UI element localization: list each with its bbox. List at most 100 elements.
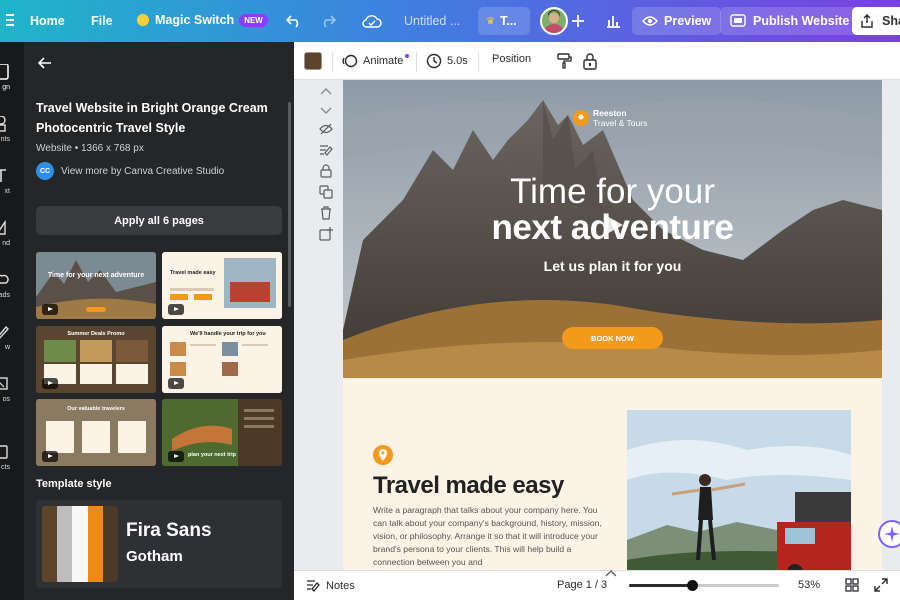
zoom-level[interactable]: 53% [798, 579, 820, 591]
fullscreen-icon[interactable] [874, 578, 888, 597]
hide-page-icon[interactable] [319, 122, 333, 140]
add-page-icon[interactable] [319, 227, 333, 246]
position-button[interactable]: Position [492, 53, 531, 65]
color-palette [42, 506, 118, 582]
undo-icon[interactable] [282, 9, 306, 33]
rail-item-photos[interactable]: os [0, 366, 24, 414]
paint-format-icon[interactable] [556, 53, 572, 74]
page-thumbnail-5[interactable]: Our valuable travelers [36, 399, 156, 466]
share-button[interactable]: Sha [852, 7, 900, 35]
hero-subheadline[interactable]: Let us plan it for you [343, 258, 882, 274]
lock-icon[interactable] [582, 52, 598, 75]
zoom-slider-fill [629, 584, 692, 587]
divider [478, 52, 479, 72]
chevron-up-icon[interactable] [320, 82, 332, 100]
cloud-save-icon[interactable] [360, 9, 384, 33]
template-meta: Website • 1366 x 768 px [36, 143, 144, 154]
publish-label: Publish Website [753, 14, 850, 28]
rail-label: w [4, 344, 10, 351]
rail-item-elements[interactable]: nts [0, 106, 24, 154]
document-title[interactable]: Untitled ... [404, 14, 460, 28]
share-label: Sha [882, 14, 900, 28]
rail-label: ads [0, 292, 10, 299]
hero-section[interactable]: Reeston Travel & Tours Time for your nex… [343, 80, 882, 378]
brand-kit-label: T... [499, 14, 517, 28]
rail-label: cts [1, 464, 10, 471]
play-icon [168, 378, 184, 389]
hero-headline-line1[interactable]: Time for your [343, 172, 882, 212]
template-title: Travel Website in Bright Orange Cream Ph… [36, 101, 268, 135]
duplicate-page-icon[interactable] [319, 185, 333, 204]
animate-button[interactable]: Animate [342, 53, 410, 69]
creator-avatar: CC [36, 162, 54, 180]
palette-swatch [87, 506, 103, 582]
notes-button[interactable]: Notes [306, 579, 355, 593]
top-bar: Home File Magic Switch NEW Untitled ... … [0, 0, 900, 42]
template-style-card[interactable]: Fira Sans Gotham [36, 500, 282, 588]
page-thumbnail-3[interactable]: Summer Deals Promo [36, 326, 156, 393]
play-icon [168, 451, 184, 462]
text-icon [0, 169, 6, 182]
edit-notes-icon[interactable] [319, 143, 333, 161]
upload-icon [0, 274, 9, 284]
page-indicator[interactable]: Page 1 / 3 [557, 579, 607, 591]
lock-page-icon[interactable] [319, 164, 333, 183]
chevron-down-icon[interactable] [320, 102, 332, 120]
duration-button[interactable]: 5.0s [426, 53, 468, 69]
clock-icon [426, 53, 442, 69]
rail-item-design[interactable]: gn [0, 54, 24, 102]
rail-item-draw[interactable]: w [0, 314, 24, 362]
file-menu[interactable]: File [91, 14, 113, 28]
insights-icon[interactable] [601, 9, 625, 33]
divider [332, 52, 333, 72]
section-paragraph[interactable]: Write a paragraph that talks about your … [373, 504, 608, 569]
canva-editor: Home File Magic Switch NEW Untitled ... … [0, 0, 900, 600]
palette-swatch [102, 506, 118, 582]
projects-icon [0, 445, 8, 459]
creator-link[interactable]: CC View more by Canva Creative Studio [36, 162, 224, 180]
color-swatch[interactable] [304, 52, 322, 70]
preview-button[interactable]: Preview [632, 7, 722, 35]
magic-switch-button[interactable]: Magic Switch NEW [137, 13, 268, 27]
add-collaborator-icon[interactable] [566, 9, 590, 33]
page-thumbnail-1[interactable]: Time for your next adventure [36, 252, 156, 319]
section-title[interactable]: Travel made easy [373, 472, 564, 500]
redo-icon[interactable] [316, 9, 340, 33]
panel-scrollbar[interactable] [288, 102, 291, 307]
eye-icon [642, 16, 658, 26]
publish-website-button[interactable]: Publish Website [720, 7, 860, 35]
menu-icon[interactable] [6, 13, 14, 27]
back-arrow-icon[interactable] [37, 56, 52, 74]
grid-view-icon[interactable] [845, 578, 859, 597]
delete-page-icon[interactable] [319, 206, 333, 225]
book-now-button[interactable]: BOOK NOW [562, 327, 663, 349]
page-thumbnail-6[interactable]: plan your next trip [162, 399, 282, 466]
chevron-up-icon[interactable] [604, 564, 618, 577]
zoom-slider-track[interactable] [629, 580, 779, 591]
avatar[interactable] [540, 7, 568, 35]
video-play-icon[interactable] [597, 210, 627, 240]
rail-item-projects[interactable]: cts [0, 434, 24, 482]
traveler-photo[interactable] [627, 410, 851, 570]
play-icon [42, 378, 58, 389]
brand-kit-button[interactable]: ♛ T... [478, 7, 530, 35]
help-button[interactable] [878, 520, 900, 548]
traveler-image [627, 410, 851, 570]
home-button[interactable]: Home [30, 14, 65, 28]
page-thumbnail-2[interactable]: Travel made easy [162, 252, 282, 319]
thumb-caption: Travel made easy [170, 270, 216, 276]
zoom-slider-handle[interactable] [687, 580, 698, 591]
palette-swatch [72, 506, 88, 582]
body-font-name: Gotham [126, 548, 183, 565]
share-icon [861, 14, 873, 28]
preview-label: Preview [664, 14, 712, 28]
rail-item-text[interactable]: xt [0, 158, 24, 206]
page-thumbnail-4[interactable]: We'll handle your trip for you [162, 326, 282, 393]
rail-item-brand[interactable]: nd [0, 210, 24, 258]
rail-item-uploads[interactable]: ads [0, 262, 24, 310]
thumb-caption: plan your next trip [188, 452, 236, 458]
apply-all-pages-button[interactable]: Apply all 6 pages [36, 206, 282, 235]
template-style-heading: Template style [36, 478, 112, 490]
play-icon [42, 451, 58, 462]
website-page[interactable]: Reeston Travel & Tours Time for your nex… [343, 80, 882, 570]
